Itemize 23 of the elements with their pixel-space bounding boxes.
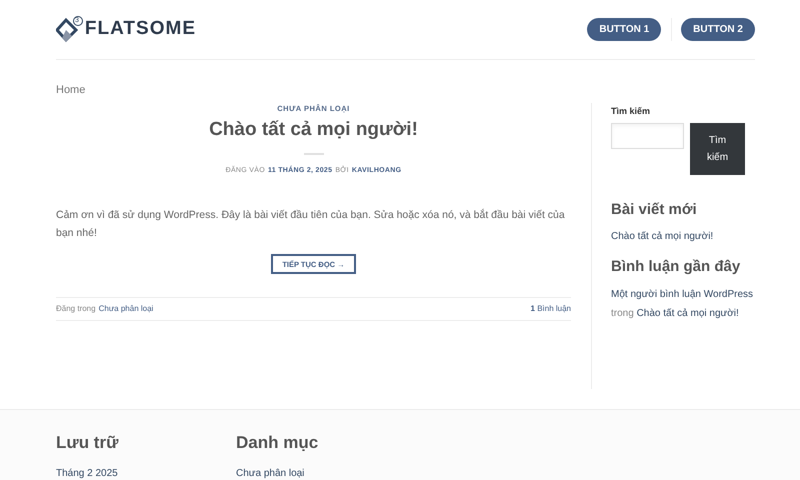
search-field[interactable]	[611, 122, 684, 148]
post-title[interactable]: Chào tất cả mọi người!	[209, 116, 418, 145]
post-excerpt: Cảm ơn vì đã sử dụng WordPress. Đây là bài viết đầu tiên của bạn. Sửa hoặc xóa nó, và bắt đầu bài viết của bạn nhé!	[56, 208, 566, 242]
header-button[interactable]: BUTTON 2	[681, 18, 755, 41]
category-link[interactable]: Chưa phân loại	[98, 303, 154, 316]
comments-link[interactable]: 1 Bình luận	[530, 303, 571, 316]
widget-title: Bình luận gần đây	[611, 257, 742, 277]
logo-text: FLATSOME	[84, 17, 196, 42]
posted-in-label: Đăng trong	[56, 303, 96, 316]
footer-link[interactable]: Chưa phân loại	[236, 466, 416, 480]
search-title: Tìm kiếm	[611, 105, 652, 118]
footer-link[interactable]: Tháng 2 2025	[56, 466, 236, 480]
logo-icon	[56, 16, 84, 44]
widget-title: Bài viết mới	[611, 200, 698, 220]
recent-comment: Một người bình luận WordPress trong Chào tất cả mọi người!	[611, 288, 754, 320]
header-button[interactable]: BUTTON 1	[587, 18, 662, 41]
breadcrumb[interactable]: Home	[56, 82, 755, 98]
comment-post-link[interactable]: Chào tất cả mọi người!	[636, 308, 739, 318]
comment-author-link[interactable]: Một người bình luận WordPress	[611, 288, 754, 300]
search-button[interactable]: Tìm kiếm	[690, 122, 745, 174]
footer-title: Danh mục	[236, 432, 320, 454]
footer-title: Lưu trữ	[56, 432, 120, 454]
recent-post-link[interactable]: Chào tất cả mọi người!	[611, 229, 755, 244]
